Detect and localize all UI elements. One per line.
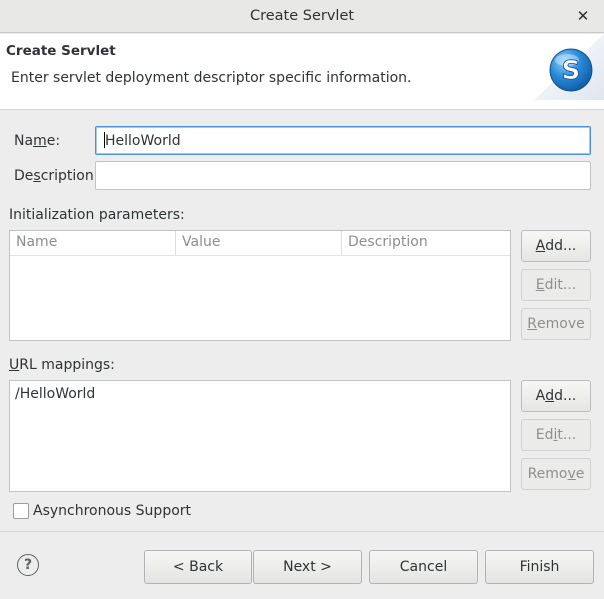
back-button[interactable]: < Back	[144, 550, 252, 584]
init-params-add-button[interactable]: Add...	[521, 230, 591, 262]
wizard-banner: Create Servlet Enter servlet deployment …	[0, 34, 604, 110]
title-bar: Create Servlet ✕	[0, 0, 604, 33]
name-field[interactable]: HelloWorld	[95, 126, 591, 155]
banner-description: Enter servlet deployment descriptor spec…	[11, 70, 412, 86]
init-params-edit-button[interactable]: Edit...	[521, 269, 591, 301]
help-icon[interactable]: ?	[17, 554, 39, 576]
init-params-header: Name Value Description	[10, 231, 510, 256]
close-icon[interactable]: ✕	[573, 6, 593, 26]
description-field[interactable]	[95, 161, 591, 190]
url-mappings-list[interactable]: /HelloWorld	[9, 380, 511, 492]
servlet-logo-icon: S	[534, 34, 604, 100]
banner-heading: Create Servlet	[6, 43, 116, 59]
finish-button[interactable]: Finish	[485, 550, 594, 584]
column-header-description[interactable]: Description	[342, 231, 510, 255]
name-label: Name:	[14, 133, 61, 149]
cancel-button[interactable]: Cancel	[369, 550, 478, 584]
window-title: Create Servlet	[249, 8, 355, 24]
name-field-value: HelloWorld	[105, 133, 181, 149]
list-item[interactable]: /HelloWorld	[15, 386, 95, 402]
url-mappings-add-button[interactable]: Ad d...	[521, 380, 591, 412]
column-header-name[interactable]: Name	[10, 231, 176, 255]
init-params-table[interactable]: Name Value Description	[9, 230, 511, 341]
url-mappings-edit-button[interactable]: Ed i t...	[521, 419, 591, 451]
url-mappings-label: URL mappings:	[9, 357, 115, 373]
svg-text:S: S	[562, 56, 581, 86]
async-support-checkbox[interactable]	[13, 503, 29, 519]
next-button[interactable]: Next >	[253, 550, 362, 584]
url-mappings-remove-button[interactable]: Remo v e	[521, 458, 591, 490]
column-header-value[interactable]: Value	[176, 231, 342, 255]
description-label: Description:	[14, 168, 99, 184]
footer-divider	[0, 531, 604, 532]
init-params-remove-button[interactable]: Remove	[521, 308, 591, 340]
init-params-label: Initialization parameters:	[9, 207, 185, 223]
async-support-label[interactable]: Asynchronous Support	[33, 503, 191, 519]
